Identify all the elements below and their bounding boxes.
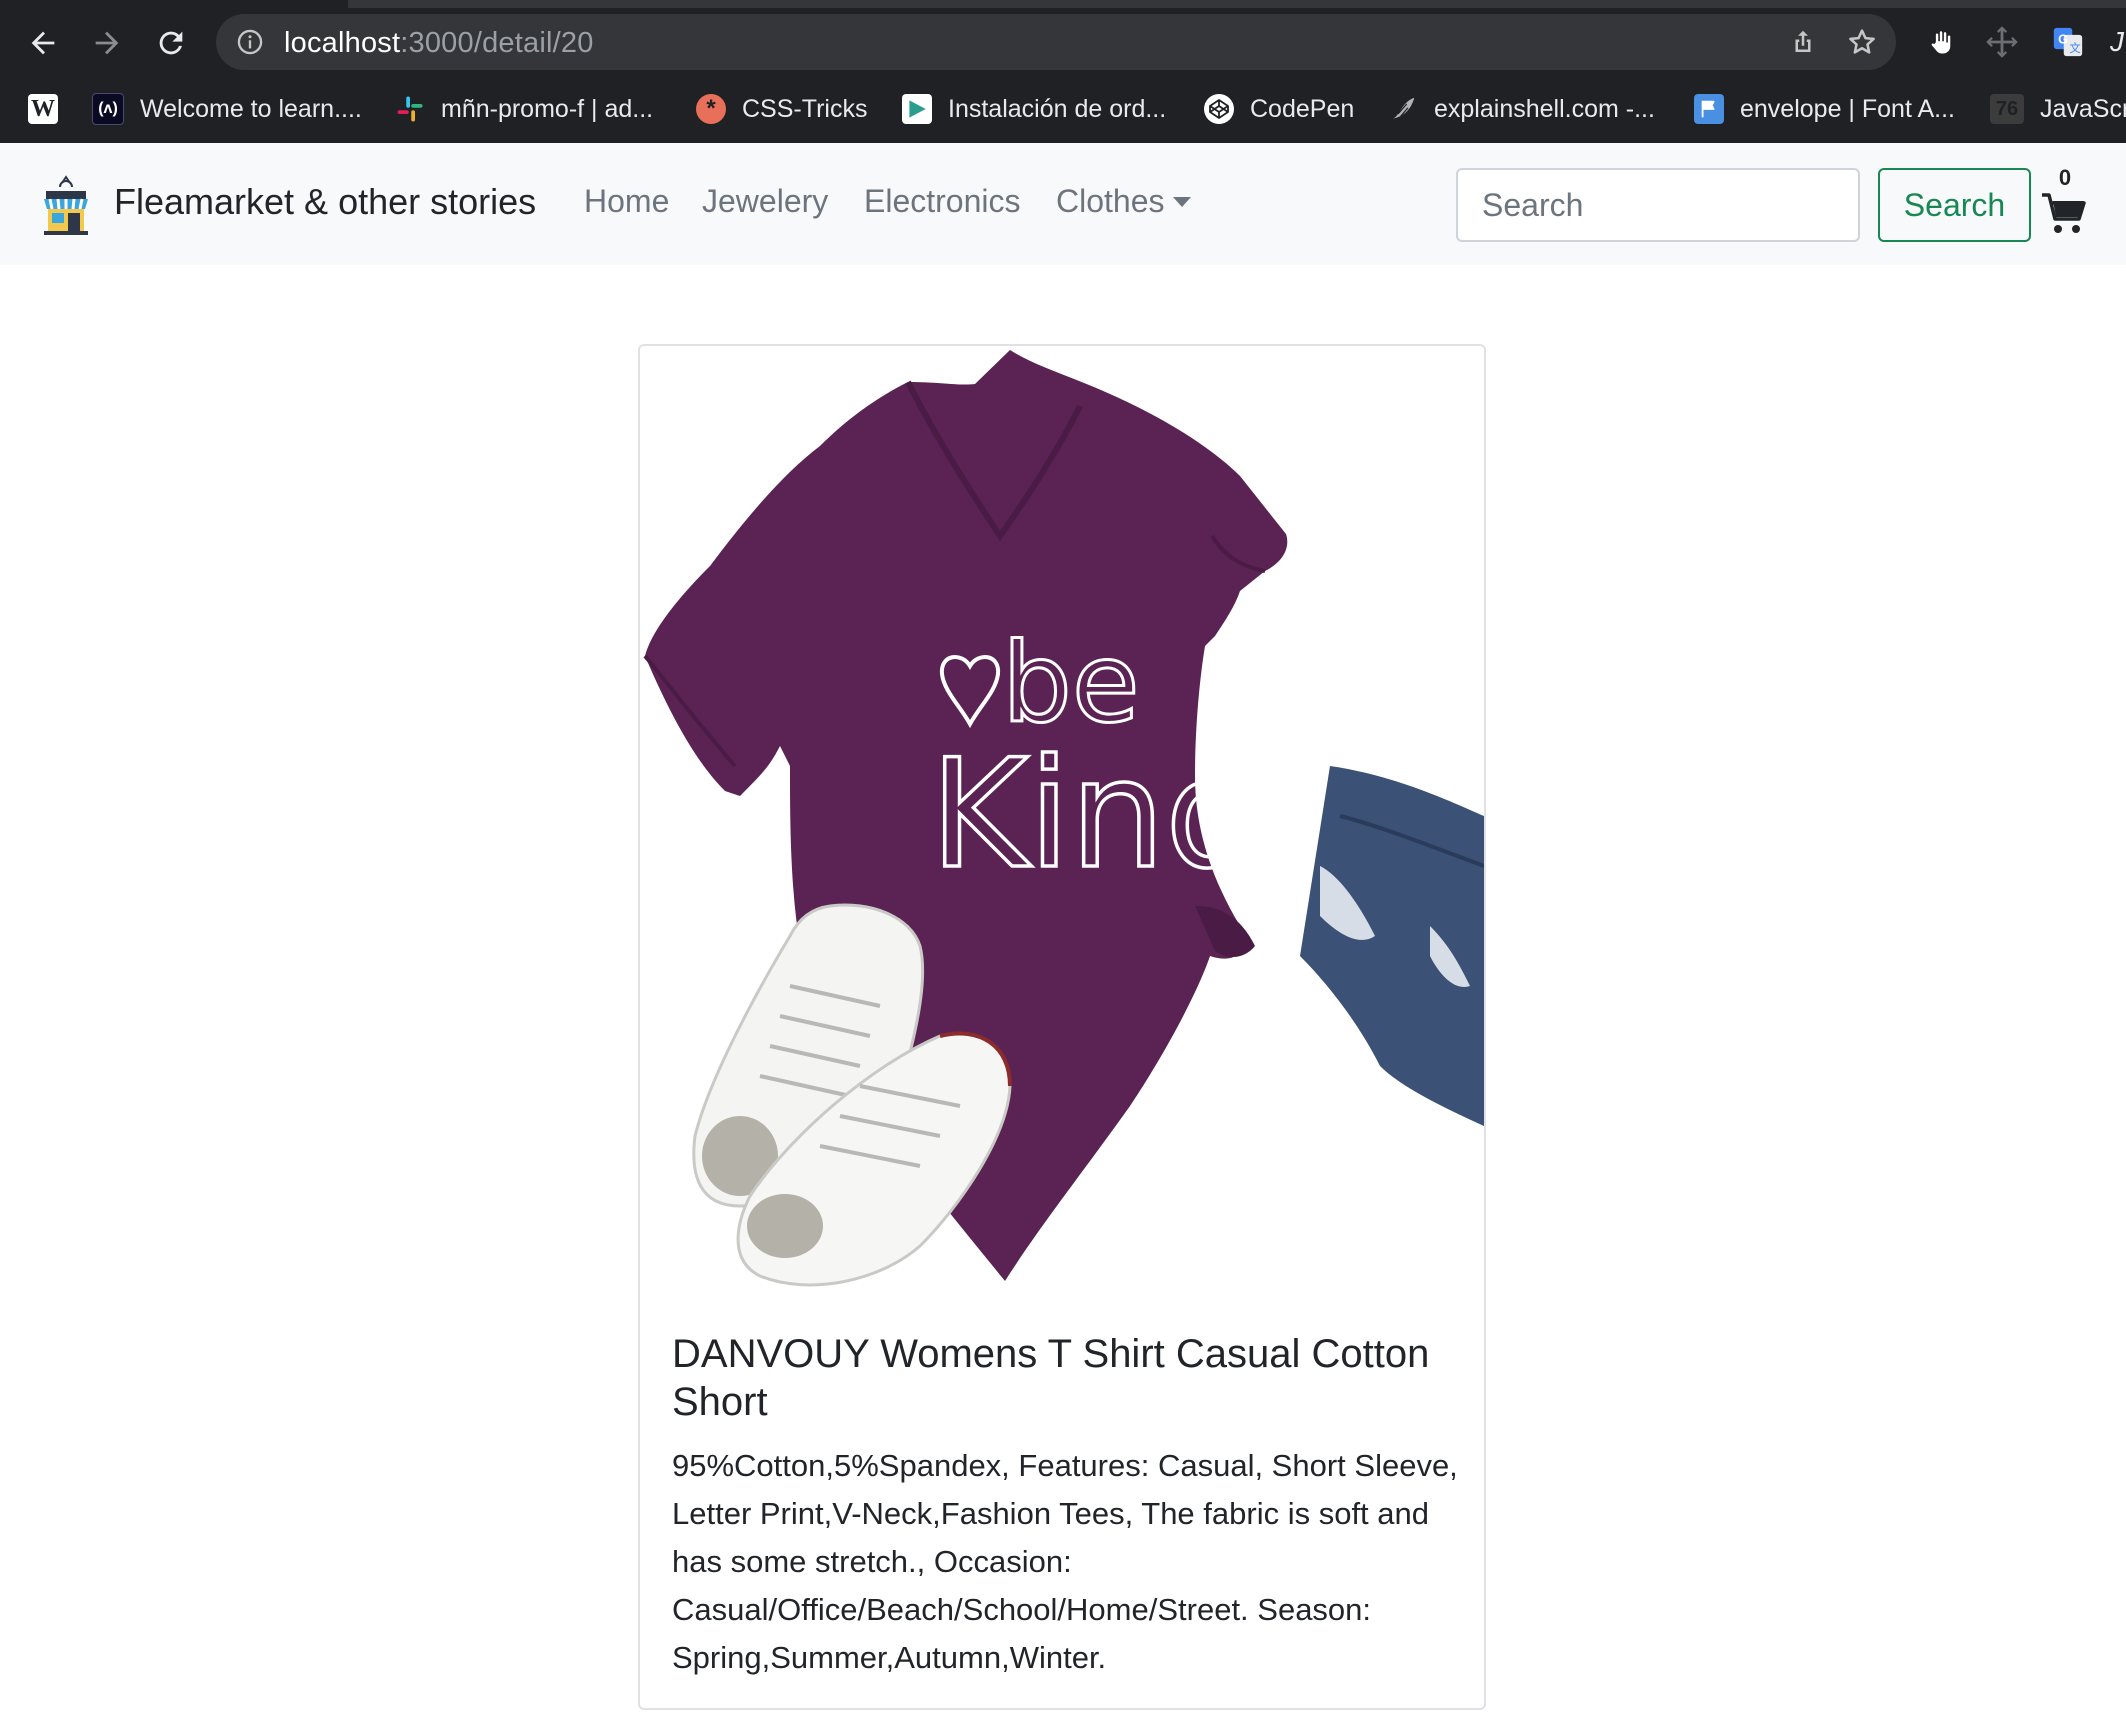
share-icon[interactable] — [1788, 27, 1818, 57]
back-arrow-icon[interactable] — [18, 18, 68, 68]
bookmark-wikipedia[interactable]: W — [28, 88, 74, 130]
bookmark-label: Welcome to learn.... — [140, 94, 362, 123]
nav-link-jewelery[interactable]: Jewelery — [702, 183, 828, 220]
address-bar[interactable]: localhost:3000/detail/20 — [216, 14, 1896, 70]
bookmark-slack[interactable]: mñn-promo-f | ad... — [395, 88, 653, 130]
bookmark-css-tricks[interactable]: * CSS-Tricks — [696, 88, 867, 130]
bookmark-label: CSS-Tricks — [742, 94, 868, 123]
translate-extension-icon[interactable]: G文 — [2050, 24, 2086, 60]
bookmark-explainshell[interactable]: explainshell.com -... — [1388, 88, 1655, 130]
wikipedia-icon: W — [28, 94, 58, 124]
bookmark-label: CodePen — [1250, 94, 1355, 123]
slack-icon — [395, 94, 425, 124]
print-text-kind: Kind — [930, 728, 1260, 902]
active-tab-edge[interactable] — [0, 0, 348, 8]
product-card: be Kind DANVOUY Womens T Shirt Casual Co… — [638, 344, 1486, 1710]
codepen-icon — [1204, 94, 1234, 124]
product-description: 95%Cotton,5%Spandex, Features: Casual, S… — [672, 1448, 1458, 1675]
bookmark-instalacion[interactable]: Instalación de ord... — [902, 88, 1166, 130]
tab-strip — [0, 0, 2126, 8]
freecodecamp-icon: (ʌ) — [92, 93, 124, 125]
bookmark-label: envelope | Font A... — [1740, 94, 1955, 123]
bookmark-javascript[interactable]: 76 JavaScr — [1990, 88, 2126, 130]
bookmark-label: mñn-promo-f | ad... — [441, 94, 654, 123]
move-extension-icon[interactable] — [1984, 24, 2020, 60]
flag-icon — [1694, 94, 1724, 124]
url-host: localhost — [284, 27, 401, 59]
browser-toolbar: localhost:3000/detail/20 G文 J W (ʌ) Welc… — [0, 0, 2126, 143]
product-title: DANVOUY Womens T Shirt Casual Cotton Sho… — [672, 1332, 1430, 1424]
forward-arrow-icon[interactable] — [82, 18, 132, 68]
shell-icon — [1388, 94, 1418, 124]
product-image: be Kind — [640, 346, 1484, 1296]
svg-text:文: 文 — [2069, 41, 2080, 55]
bookmarks-bar: W (ʌ) Welcome to learn.... mñn-promo-f |… — [0, 88, 2126, 130]
bookmark-label: explainshell.com -... — [1434, 94, 1655, 123]
bookmark-star-icon[interactable] — [1846, 26, 1878, 58]
nav-link-clothes-label: Clothes — [1056, 183, 1165, 219]
search-input[interactable] — [1456, 168, 1860, 242]
bookmark-freecodecamp[interactable]: (ʌ) Welcome to learn.... — [92, 88, 362, 130]
overflow-extension-icon[interactable]: J — [2110, 24, 2126, 60]
store-logo-icon[interactable] — [40, 175, 92, 237]
url-path: :3000/detail/20 — [400, 27, 594, 59]
bookmark-font-awesome[interactable]: envelope | Font A... — [1694, 88, 1955, 130]
bookmark-label: JavaScr — [2040, 94, 2126, 123]
css-tricks-icon: * — [696, 94, 726, 124]
site-info-icon[interactable] — [236, 28, 264, 56]
site-navbar: Fleamarket & other stories Home Jewelery… — [0, 143, 2126, 265]
bookmark-codepen[interactable]: CodePen — [1204, 88, 1354, 130]
nav-dropdown-clothes[interactable]: Clothes — [1056, 183, 1191, 220]
cart-count-badge: 0 — [2058, 165, 2072, 190]
svg-text:G: G — [2058, 31, 2068, 46]
caret-down-icon — [1172, 196, 1191, 207]
brand-name[interactable]: Fleamarket & other stories — [114, 181, 536, 223]
reload-icon[interactable] — [146, 18, 196, 68]
url-text[interactable]: localhost:3000/detail/20 — [284, 27, 594, 60]
nav-link-home[interactable]: Home — [584, 183, 669, 220]
number-icon: 76 — [1990, 94, 2024, 124]
hand-extension-icon[interactable] — [1924, 24, 1960, 60]
bookmark-label: Instalación de ord... — [948, 94, 1167, 123]
play-icon — [902, 94, 932, 124]
nav-link-electronics[interactable]: Electronics — [864, 183, 1021, 220]
shopping-cart-icon[interactable] — [2040, 189, 2088, 237]
search-button[interactable]: Search — [1878, 168, 2031, 242]
